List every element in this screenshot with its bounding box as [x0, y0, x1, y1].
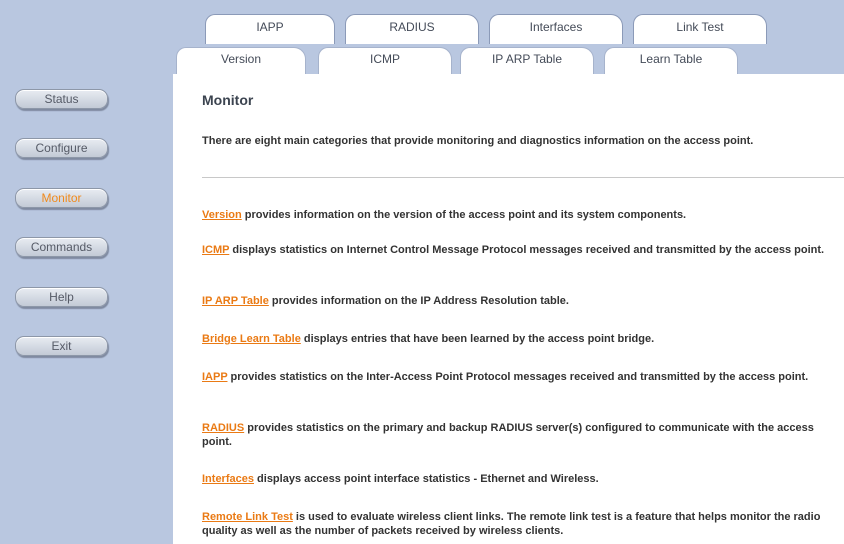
tab-label: Interfaces: [529, 20, 583, 34]
help-button[interactable]: Help: [15, 287, 108, 307]
list-item-iapp: IAPP provides statistics on the Inter-Ac…: [202, 370, 842, 384]
commands-button[interactable]: Commands: [15, 237, 108, 257]
tab-label: Version: [220, 52, 262, 66]
item-description: is used to evaluate wireless client link…: [202, 511, 821, 537]
interfaces-link[interactable]: Interfaces: [202, 473, 254, 485]
remote-link-test-link[interactable]: Remote Link Test: [202, 511, 293, 523]
radius-link[interactable]: RADIUS: [202, 422, 244, 434]
monitor-button[interactable]: Monitor: [15, 188, 108, 208]
tab-version[interactable]: Version: [176, 47, 306, 74]
list-item-version: Version provides information on the vers…: [202, 208, 842, 222]
status-button[interactable]: Status: [15, 89, 108, 109]
iapp-link[interactable]: IAPP: [202, 371, 227, 383]
tab-iapp[interactable]: IAPP: [205, 14, 335, 44]
main-content: Monitor There are eight main categories …: [173, 74, 844, 544]
tab-ip-arp-table[interactable]: IP ARP Table: [460, 47, 594, 74]
list-item-icmp: ICMP displays statistics on Internet Con…: [202, 243, 842, 257]
list-item-remote-link-test: Remote Link Test is used to evaluate wir…: [202, 510, 842, 538]
tab-label: IAPP: [256, 20, 284, 34]
icmp-link[interactable]: ICMP: [202, 244, 229, 256]
item-description: provides statistics on the Inter-Access …: [227, 371, 809, 383]
list-item-interfaces: Interfaces displays access point interfa…: [202, 472, 842, 486]
item-description: displays statistics on Internet Control …: [229, 244, 825, 256]
item-description: displays access point interface statisti…: [253, 473, 599, 485]
tab-label: Link Test: [676, 20, 724, 34]
tab-icmp[interactable]: ICMP: [318, 47, 452, 74]
tab-link-test[interactable]: Link Test: [633, 14, 767, 44]
tab-radius[interactable]: RADIUS: [345, 14, 479, 44]
exit-button[interactable]: Exit: [15, 336, 108, 356]
item-description: provides information on the version of t…: [241, 209, 687, 221]
tab-label: Learn Table: [639, 52, 703, 66]
tab-label: IP ARP Table: [491, 52, 563, 66]
tab-label: RADIUS: [389, 20, 435, 34]
configure-button[interactable]: Configure: [15, 138, 108, 158]
item-description: provides information on the IP Address R…: [268, 295, 569, 307]
version-link[interactable]: Version: [202, 209, 242, 221]
tab-bar: IAPP RADIUS Interfaces Link Test Version…: [173, 0, 844, 74]
list-item-radius: RADIUS provides statistics on the primar…: [202, 421, 842, 449]
item-description: provides statistics on the primary and b…: [202, 422, 814, 448]
tab-label: ICMP: [370, 52, 400, 66]
page-title: Monitor: [202, 92, 254, 108]
item-description: displays entries that have been learned …: [300, 333, 655, 345]
list-item-bridge-learn-table: Bridge Learn Table displays entries that…: [202, 332, 842, 346]
ip-arp-table-link[interactable]: IP ARP Table: [202, 295, 269, 307]
sidebar: Status Configure Monitor Commands Help E…: [0, 0, 173, 544]
tab-learn-table[interactable]: Learn Table: [604, 47, 738, 74]
intro-text: There are eight main categories that pro…: [202, 135, 754, 147]
tab-interfaces[interactable]: Interfaces: [489, 14, 623, 44]
divider: [202, 177, 844, 178]
list-item-ip-arp-table: IP ARP Table provides information on the…: [202, 294, 842, 308]
bridge-learn-table-link[interactable]: Bridge Learn Table: [202, 333, 301, 345]
